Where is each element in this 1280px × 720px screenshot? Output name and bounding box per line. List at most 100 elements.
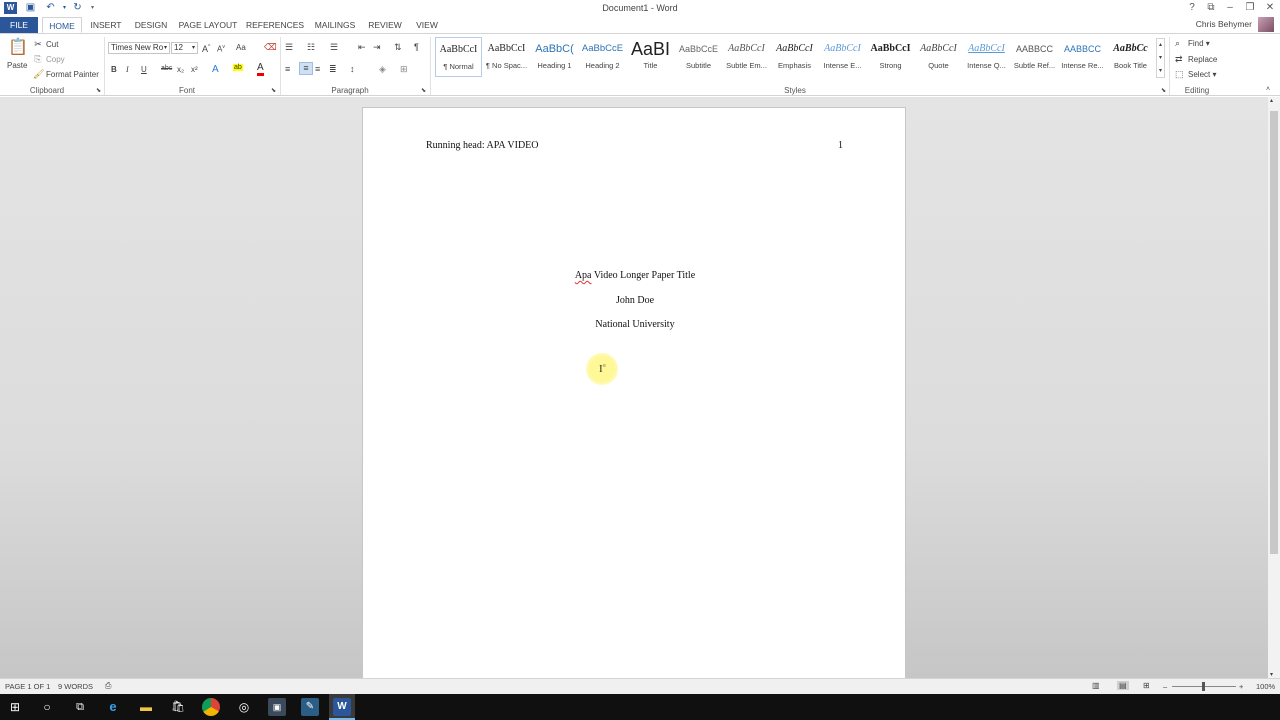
style-no-spacing[interactable]: AaBbCcI ¶ No Spac...: [483, 37, 530, 77]
word-count[interactable]: 9 WORDS: [58, 682, 93, 691]
tab-review[interactable]: REVIEW: [366, 17, 404, 33]
scroll-down-icon[interactable]: ▾: [1270, 671, 1273, 678]
font-color-button[interactable]: A: [257, 63, 264, 76]
cut-icon[interactable]: ✂: [33, 39, 43, 50]
page-count[interactable]: PAGE 1 OF 1: [5, 682, 50, 691]
chrome-icon[interactable]: [202, 698, 220, 716]
ribbon-display-icon[interactable]: ⧉: [1203, 1, 1219, 15]
style-intense-reference[interactable]: AABBCC Intense Re...: [1059, 37, 1106, 77]
edge-icon[interactable]: e: [104, 698, 122, 716]
paste-icon[interactable]: 📋: [8, 38, 28, 58]
read-mode-icon[interactable]: ▥: [1092, 681, 1100, 690]
style-subtitle[interactable]: AaBbCcE Subtitle: [675, 37, 722, 77]
show-formatting-icon[interactable]: ¶: [414, 42, 419, 53]
style-normal[interactable]: AaBbCcI ¶ Normal: [435, 37, 482, 77]
zoom-out-icon[interactable]: –: [1163, 682, 1167, 691]
align-left-icon[interactable]: ≡: [285, 64, 290, 75]
tab-mailings[interactable]: MAILINGS: [311, 17, 359, 33]
scrollbar-thumb[interactable]: [1270, 111, 1278, 554]
font-size-input[interactable]: 12 ▾: [171, 42, 198, 54]
bullets-icon[interactable]: ☰: [285, 42, 293, 53]
find-button[interactable]: Find ▾: [1188, 39, 1210, 48]
highlight-button[interactable]: ab: [233, 64, 243, 71]
institution-name[interactable]: National University: [363, 319, 907, 330]
replace-button[interactable]: Replace: [1188, 55, 1217, 64]
paragraph-launcher-icon[interactable]: ⬊: [421, 86, 426, 97]
tab-page-layout[interactable]: PAGE LAYOUT: [178, 17, 238, 33]
numbering-icon[interactable]: ☷: [307, 42, 315, 53]
bold-button[interactable]: B: [111, 65, 117, 74]
collapse-ribbon-icon[interactable]: ˄: [1266, 84, 1270, 95]
style-strong[interactable]: AaBbCcI Strong: [867, 37, 914, 77]
zoom-level[interactable]: 100%: [1256, 682, 1275, 691]
tab-home[interactable]: HOME: [42, 17, 82, 33]
media-app-icon[interactable]: ▣: [268, 698, 286, 716]
tab-insert[interactable]: INSERT: [88, 17, 124, 33]
styles-launcher-icon[interactable]: ⬊: [1161, 86, 1166, 97]
line-spacing-icon[interactable]: ↕: [350, 64, 355, 75]
vertical-scrollbar[interactable]: ▴ ▾: [1268, 97, 1280, 678]
document-page[interactable]: Running head: APA VIDEO 1 Apa Video Long…: [362, 107, 906, 687]
style-quote[interactable]: AaBbCcI Quote: [915, 37, 962, 77]
file-explorer-icon[interactable]: ▬: [137, 698, 155, 716]
justify-icon[interactable]: ≣: [329, 64, 337, 75]
copy-button[interactable]: Copy: [46, 55, 65, 64]
font-launcher-icon[interactable]: ⬊: [271, 86, 276, 97]
style-intense-emphasis[interactable]: AaBbCcI Intense E...: [819, 37, 866, 77]
tab-design[interactable]: DESIGN: [131, 17, 171, 33]
web-layout-icon[interactable]: ⊞: [1143, 681, 1150, 690]
superscript-button[interactable]: x²: [191, 65, 198, 74]
author-name[interactable]: John Doe: [363, 295, 907, 306]
shrink-font-icon[interactable]: Av: [217, 42, 225, 55]
find-icon[interactable]: ⌕: [1175, 38, 1180, 49]
tab-file[interactable]: FILE: [0, 17, 38, 33]
grow-font-icon[interactable]: A^: [202, 42, 210, 55]
word-taskbar-icon[interactable]: W: [333, 698, 351, 716]
tab-view[interactable]: VIEW: [411, 17, 443, 33]
user-name[interactable]: Chris Behymer: [1196, 19, 1252, 29]
page-number[interactable]: 1: [838, 140, 843, 151]
proofing-icon[interactable]: ⎙: [105, 681, 111, 691]
strikethrough-button[interactable]: abc: [161, 65, 172, 72]
help-icon[interactable]: ?: [1184, 1, 1200, 15]
italic-button[interactable]: I: [126, 65, 129, 74]
paste-button[interactable]: Paste: [7, 61, 27, 70]
style-subtle-emphasis[interactable]: AaBbCcI Subtle Em...: [723, 37, 770, 77]
notes-app-icon[interactable]: ✎: [301, 698, 319, 716]
zoom-in-icon[interactable]: +: [1239, 682, 1243, 691]
styles-scroll-icon[interactable]: ▴ ▾ ▾: [1156, 38, 1165, 78]
increase-indent-icon[interactable]: ⇥: [373, 42, 381, 53]
style-title[interactable]: AaBI Title: [627, 37, 674, 77]
restore-icon[interactable]: ❐: [1242, 1, 1258, 15]
style-subtle-reference[interactable]: AABBCC Subtle Ref...: [1011, 37, 1058, 77]
select-icon[interactable]: ⬚: [1175, 69, 1184, 80]
clear-formatting-icon[interactable]: ⌫: [264, 42, 277, 53]
scroll-up-icon[interactable]: ▴: [1270, 97, 1273, 104]
paper-title[interactable]: Apa Video Longer Paper Title: [363, 270, 907, 281]
print-layout-icon[interactable]: ▤: [1117, 681, 1129, 690]
running-head[interactable]: Running head: APA VIDEO: [426, 140, 539, 151]
style-emphasis[interactable]: AaBbCcI Emphasis: [771, 37, 818, 77]
start-icon[interactable]: ⊞: [6, 698, 24, 716]
copy-icon[interactable]: ⎘: [33, 54, 43, 65]
misspelled-word[interactable]: Apa: [575, 270, 592, 281]
align-center-icon[interactable]: ≡: [299, 62, 313, 75]
close-icon[interactable]: ✕: [1262, 1, 1278, 15]
clipboard-launcher-icon[interactable]: ⬊: [96, 86, 101, 97]
avatar[interactable]: [1258, 17, 1274, 32]
network-app-icon[interactable]: ◎: [235, 698, 253, 716]
select-button[interactable]: Select ▾: [1188, 70, 1216, 79]
style-heading-1[interactable]: AaBbC( Heading 1: [531, 37, 578, 77]
change-case-button[interactable]: Aa: [236, 43, 246, 52]
multilevel-list-icon[interactable]: ☰: [330, 42, 338, 53]
format-painter-icon[interactable]: 🖌: [33, 69, 44, 80]
font-name-input[interactable]: Times New Ro ▾: [108, 42, 170, 54]
minimize-icon[interactable]: –: [1222, 1, 1238, 15]
borders-icon[interactable]: ⊞: [400, 64, 408, 75]
task-view-icon[interactable]: ⧉: [71, 698, 89, 716]
style-intense-quote[interactable]: AaBbCcI Intense Q...: [963, 37, 1010, 77]
underline-button[interactable]: U: [141, 65, 147, 74]
sort-icon[interactable]: ⇅: [394, 42, 402, 53]
style-heading-2[interactable]: AaBbCcE Heading 2: [579, 37, 626, 77]
style-book-title[interactable]: AaBbCc Book Title: [1107, 37, 1154, 77]
